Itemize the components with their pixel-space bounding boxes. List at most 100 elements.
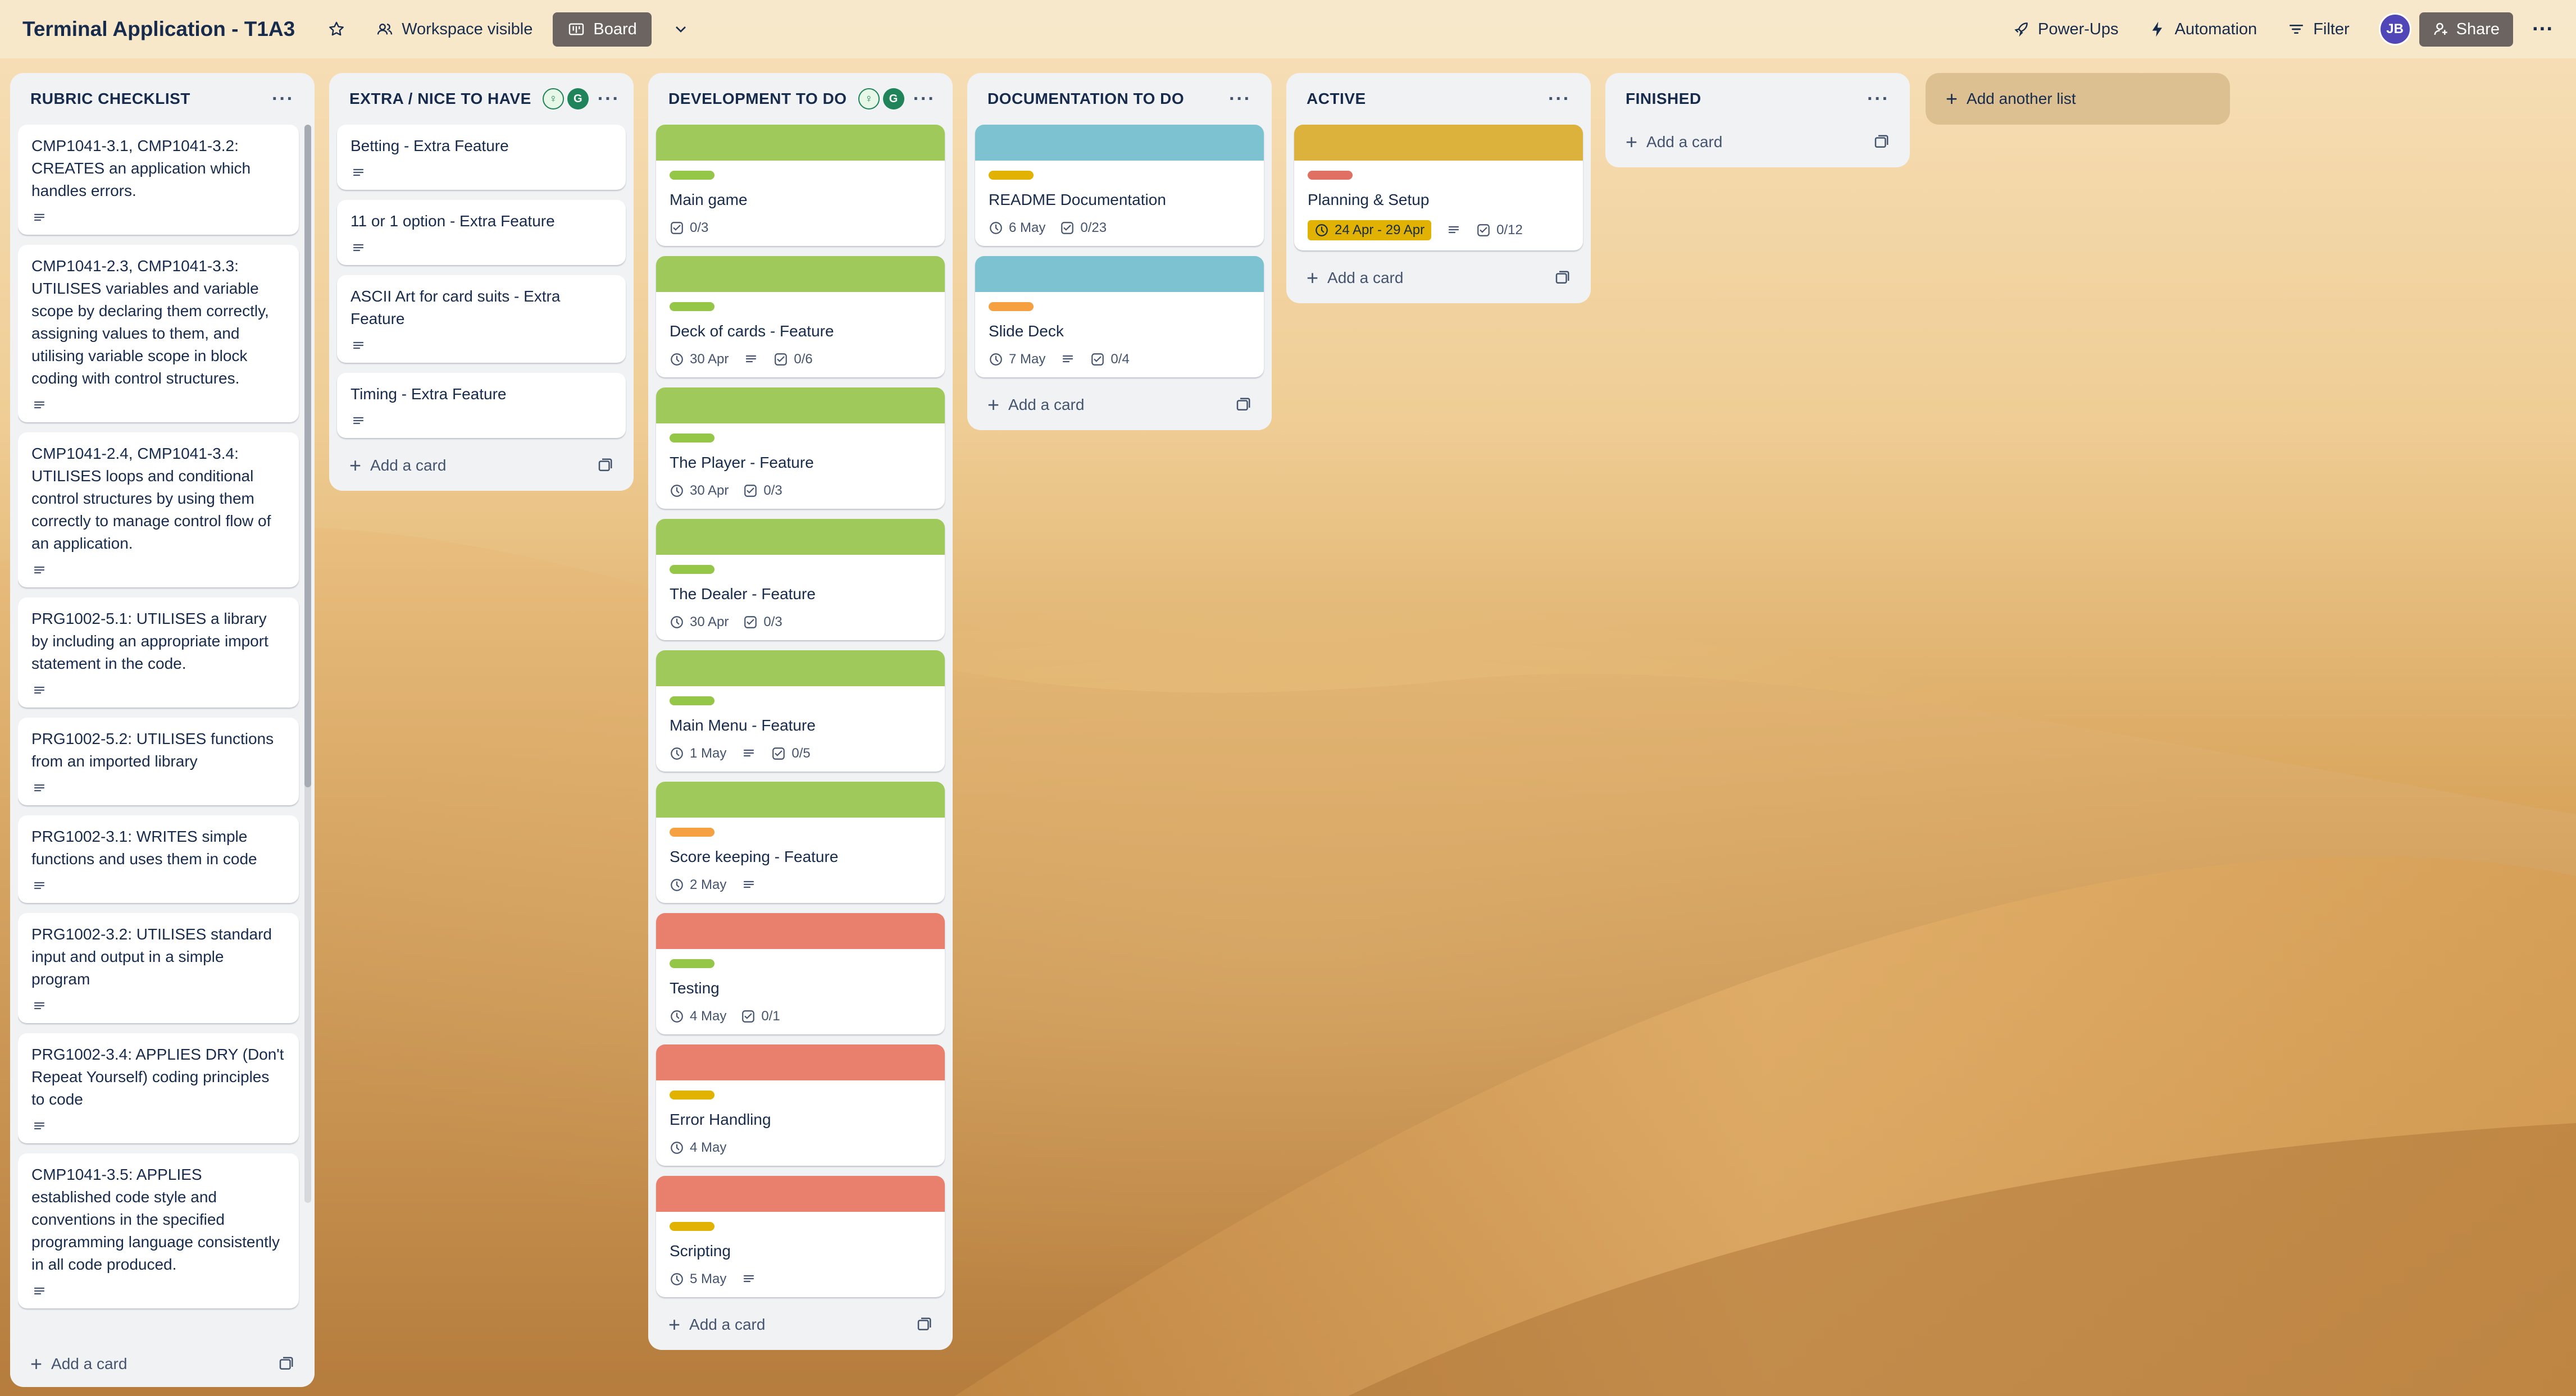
card[interactable]: CMP1041-2.3, CMP1041-3.3: UTILISES varia… bbox=[18, 245, 299, 422]
description-icon bbox=[1449, 226, 1459, 234]
card[interactable]: Error Handling 4 May bbox=[656, 1044, 945, 1166]
card[interactable]: Betting - Extra Feature bbox=[337, 125, 626, 190]
card-template-icon[interactable] bbox=[597, 457, 613, 474]
card-template-icon[interactable] bbox=[1554, 270, 1571, 286]
automation-button[interactable]: Automation bbox=[2138, 13, 2267, 45]
card-title: CMP1041-3.1, CMP1041-3.2: CREATES an app… bbox=[31, 137, 251, 199]
list-title[interactable]: DEVELOPMENT TO DO bbox=[668, 90, 847, 108]
card-cover bbox=[975, 125, 1264, 161]
add-card-button[interactable]: + Add a card bbox=[656, 1307, 945, 1342]
card[interactable]: Main Menu - Feature 1 May 0/5 bbox=[656, 650, 945, 772]
card[interactable]: ASCII Art for card suits - Extra Feature bbox=[337, 275, 626, 363]
list-title[interactable]: ACTIVE bbox=[1307, 90, 1548, 108]
card-template-icon[interactable] bbox=[277, 1356, 294, 1372]
card-label[interactable] bbox=[1308, 171, 1353, 180]
due-date-badge[interactable]: 30 Apr bbox=[670, 483, 729, 499]
card-label[interactable] bbox=[670, 434, 714, 442]
card[interactable]: PRG1002-5.2: UTILISES functions from an … bbox=[18, 718, 299, 805]
due-date-badge[interactable]: 24 Apr - 29 Apr bbox=[1308, 220, 1432, 240]
card[interactable]: Main game 0/3 bbox=[656, 125, 945, 246]
list-title[interactable]: EXTRA / NICE TO HAVE bbox=[349, 90, 531, 108]
card-label[interactable] bbox=[670, 959, 714, 968]
board-title[interactable]: Terminal Application - T1A3 bbox=[22, 17, 295, 41]
card-body: PRG1002-5.1: UTILISES a library by inclu… bbox=[18, 597, 299, 708]
card[interactable]: 11 or 1 option - Extra Feature bbox=[337, 200, 626, 265]
card-body: Timing - Extra Feature bbox=[337, 373, 626, 438]
card[interactable]: Timing - Extra Feature bbox=[337, 373, 626, 438]
due-date-badge[interactable]: 7 May bbox=[989, 352, 1045, 367]
list-menu-button[interactable]: ··· bbox=[1229, 88, 1251, 110]
due-date-badge[interactable]: 5 May bbox=[670, 1271, 726, 1287]
card-template-icon[interactable] bbox=[916, 1316, 932, 1333]
workspace-visibility-button[interactable]: Workspace visible bbox=[366, 13, 543, 45]
due-date-badge[interactable]: 2 May bbox=[670, 877, 726, 893]
card-label[interactable] bbox=[670, 696, 714, 705]
due-date-text: 30 Apr bbox=[690, 483, 729, 498]
due-date-text: 1 May bbox=[690, 746, 727, 761]
checklist-badge: 0/5 bbox=[771, 746, 811, 761]
share-button[interactable]: Share bbox=[2419, 12, 2514, 47]
card[interactable]: CMP1041-3.1, CMP1041-3.2: CREATES an app… bbox=[18, 125, 299, 235]
card[interactable]: README Documentation 6 May 0/23 bbox=[975, 125, 1264, 246]
due-date-badge[interactable]: 30 Apr bbox=[670, 352, 729, 367]
card-label[interactable] bbox=[670, 171, 714, 180]
add-card-label: Add a card bbox=[1008, 396, 1085, 413]
list-scrollbar[interactable] bbox=[304, 125, 311, 1203]
due-date-badge[interactable]: 4 May bbox=[670, 1009, 726, 1024]
due-date-badge[interactable]: 30 Apr bbox=[670, 614, 729, 630]
card[interactable]: Deck of cards - Feature 30 Apr 0/6 bbox=[656, 256, 945, 377]
card-label[interactable] bbox=[670, 1222, 714, 1231]
card[interactable]: Slide Deck 7 May 0/4 bbox=[975, 256, 1264, 377]
list-menu-button[interactable]: ··· bbox=[913, 88, 936, 110]
add-card-button[interactable]: + Add a card bbox=[18, 1347, 307, 1381]
card[interactable]: The Dealer - Feature 30 Apr 0/3 bbox=[656, 519, 945, 640]
checklist-icon bbox=[775, 353, 788, 366]
due-date-badge[interactable]: 6 May bbox=[989, 220, 1045, 236]
list-title[interactable]: DOCUMENTATION TO DO bbox=[987, 90, 1229, 108]
card-label[interactable] bbox=[670, 565, 714, 574]
add-card-button[interactable]: + Add a card bbox=[1294, 261, 1583, 295]
scrollbar-thumb[interactable] bbox=[304, 125, 311, 787]
list-menu-button[interactable]: ··· bbox=[1867, 88, 1890, 110]
card[interactable]: Planning & Setup 24 Apr - 29 Apr 0/12 bbox=[1294, 125, 1583, 250]
checklist-badge: 0/3 bbox=[743, 483, 782, 499]
board-view-button[interactable]: Board bbox=[553, 12, 652, 47]
card-label[interactable] bbox=[670, 1091, 714, 1100]
list-title[interactable]: FINISHED bbox=[1626, 90, 1867, 108]
board-menu-button[interactable]: ··· bbox=[2532, 17, 2554, 42]
views-dropdown-button[interactable] bbox=[662, 13, 700, 45]
card-label[interactable] bbox=[670, 302, 714, 311]
card-cover bbox=[656, 782, 945, 818]
card[interactable]: CMP1041-2.4, CMP1041-3.4: UTILISES loops… bbox=[18, 432, 299, 587]
card[interactable]: PRG1002-3.4: APPLIES DRY (Don't Repeat Y… bbox=[18, 1033, 299, 1143]
list-menu-button[interactable]: ··· bbox=[598, 88, 620, 110]
power-ups-button[interactable]: Power-Ups bbox=[2002, 13, 2128, 45]
card[interactable]: Scripting 5 May bbox=[656, 1176, 945, 1297]
card-template-icon[interactable] bbox=[1235, 396, 1251, 413]
add-card-label: Add a card bbox=[1327, 269, 1404, 286]
member-avatar[interactable]: JB bbox=[2378, 13, 2411, 45]
card[interactable]: The Player - Feature 30 Apr 0/3 bbox=[656, 387, 945, 509]
card[interactable]: PRG1002-3.1: WRITES simple functions and… bbox=[18, 815, 299, 903]
card-label[interactable] bbox=[670, 828, 714, 837]
star-button[interactable] bbox=[317, 13, 356, 45]
add-card-button[interactable]: + Add a card bbox=[1613, 125, 1902, 159]
due-date-badge[interactable]: 4 May bbox=[670, 1140, 726, 1156]
add-another-list-button[interactable]: + Add another list bbox=[1926, 73, 2230, 125]
card[interactable]: Testing 4 May 0/1 bbox=[656, 913, 945, 1034]
add-card-button[interactable]: + Add a card bbox=[337, 448, 626, 483]
list-title[interactable]: RUBRIC CHECKLIST bbox=[30, 90, 272, 108]
card[interactable]: Score keeping - Feature 2 May bbox=[656, 782, 945, 903]
due-date-badge[interactable]: 1 May bbox=[670, 746, 726, 761]
list-menu-button[interactable]: ··· bbox=[1548, 88, 1571, 110]
card-label[interactable] bbox=[989, 171, 1034, 180]
card-template-icon[interactable] bbox=[1873, 134, 1890, 150]
card[interactable]: PRG1002-5.1: UTILISES a library by inclu… bbox=[18, 597, 299, 708]
rocket-icon bbox=[2014, 22, 2028, 37]
card-label[interactable] bbox=[989, 302, 1034, 311]
card[interactable]: CMP1041-3.5: APPLIES established code st… bbox=[18, 1153, 299, 1308]
card[interactable]: PRG1002-3.2: UTILISES standard input and… bbox=[18, 913, 299, 1023]
filter-button[interactable]: Filter bbox=[2277, 13, 2359, 45]
add-card-button[interactable]: + Add a card bbox=[975, 387, 1264, 422]
list-menu-button[interactable]: ··· bbox=[272, 88, 294, 110]
